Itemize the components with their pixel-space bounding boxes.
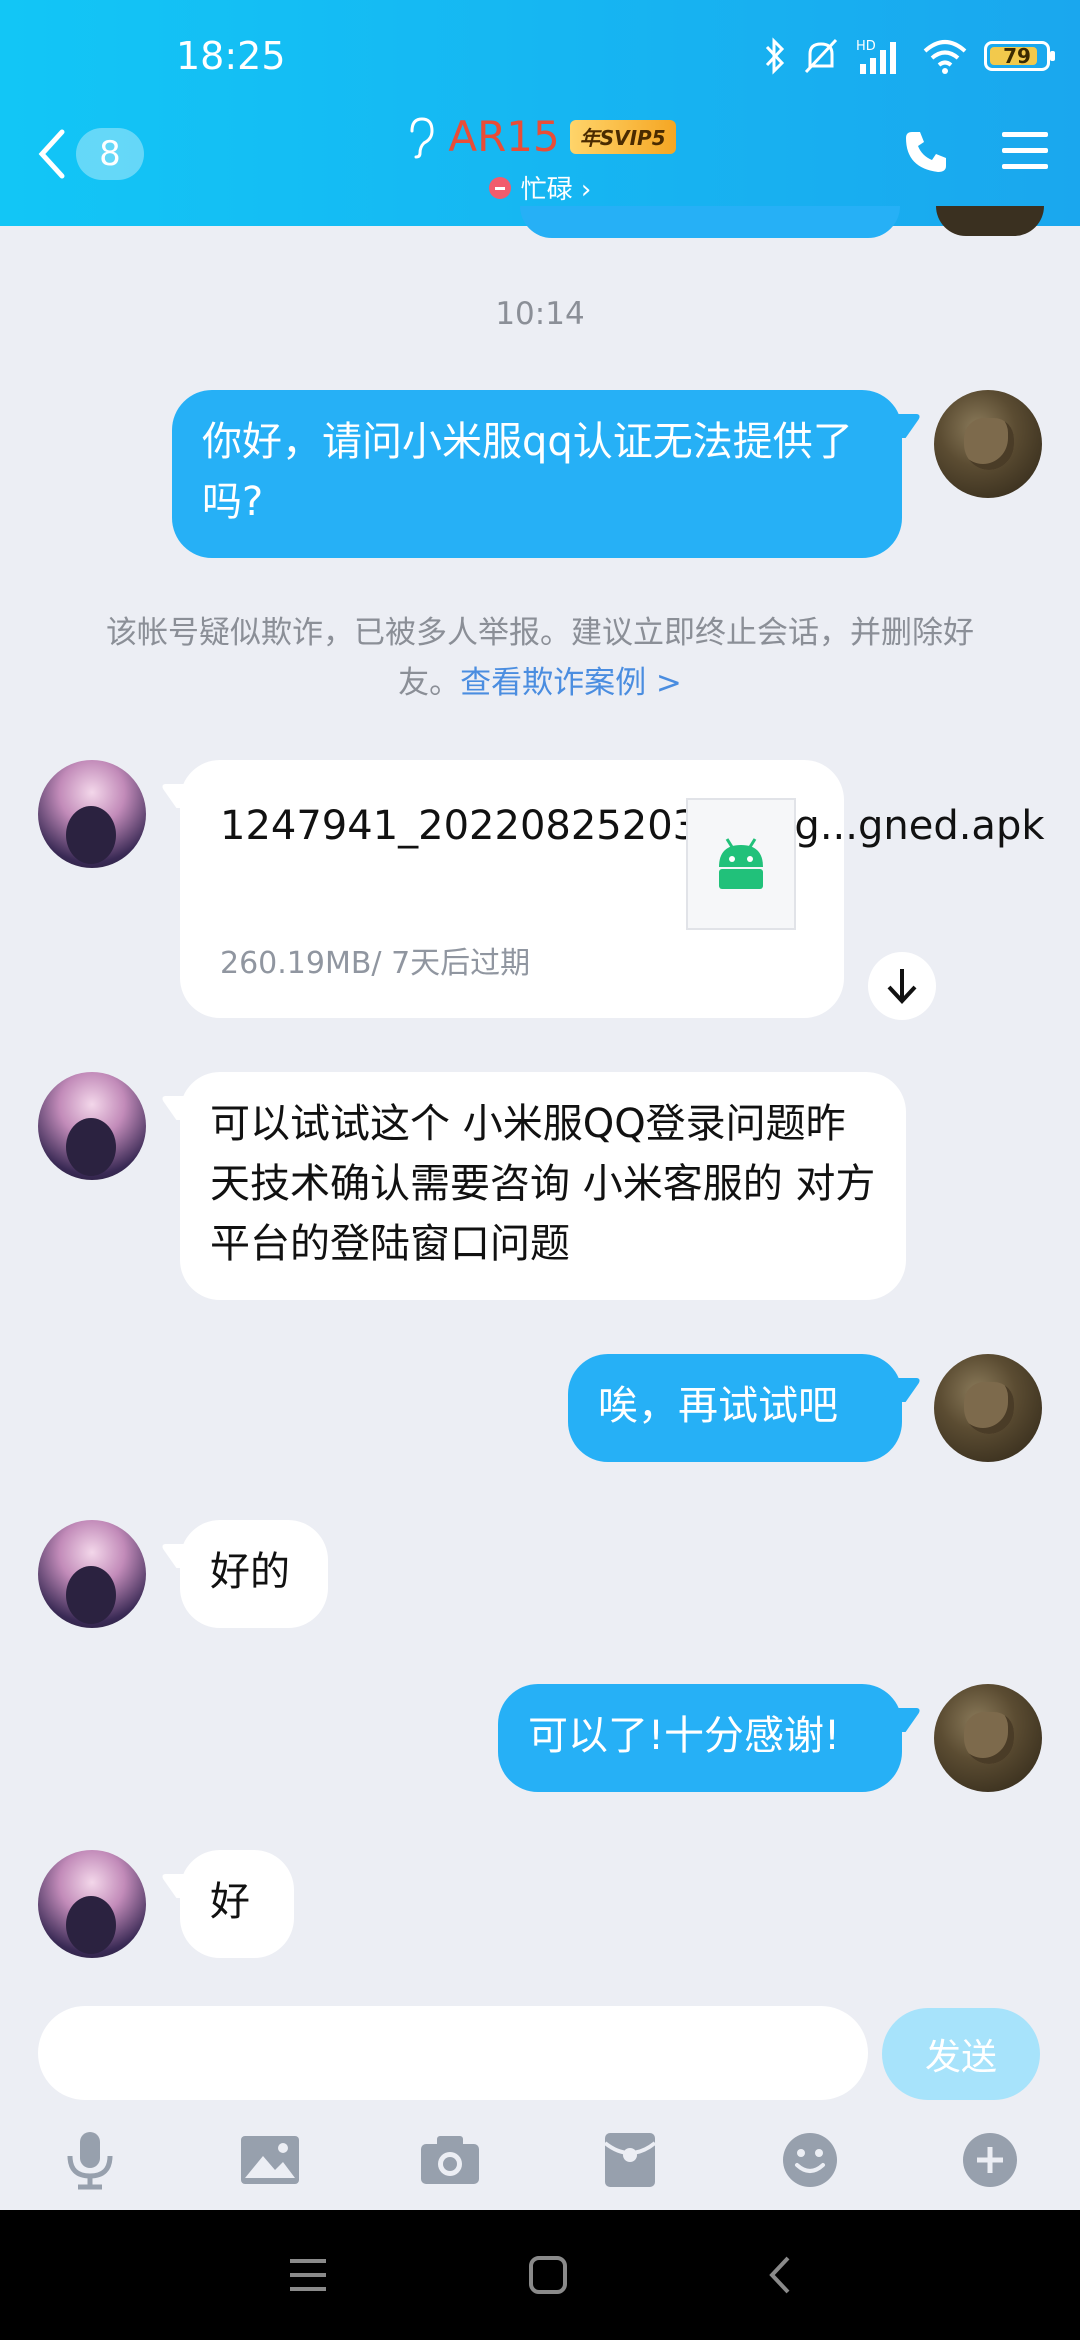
bluetooth-icon bbox=[765, 37, 785, 75]
download-button[interactable] bbox=[868, 952, 936, 1020]
message-text: 你好，请问小米服qq认证无法提供了吗? bbox=[202, 419, 853, 525]
message-bubble-out[interactable]: 你好，请问小米服qq认证无法提供了吗? bbox=[172, 390, 902, 558]
message-input[interactable] bbox=[38, 2006, 868, 2100]
home-icon[interactable] bbox=[528, 2255, 568, 2295]
busy-status-icon bbox=[488, 176, 511, 199]
message-bubble-out[interactable]: 唉，再试试吧 bbox=[568, 1354, 902, 1462]
signal-icon: HD bbox=[856, 39, 896, 74]
red-packet-icon bbox=[603, 2133, 657, 2187]
contact-avatar[interactable] bbox=[38, 760, 146, 868]
send-button[interactable]: 发送 bbox=[882, 2008, 1040, 2100]
self-avatar[interactable] bbox=[934, 390, 1042, 498]
message-text: 好 bbox=[210, 1879, 250, 1925]
message-bubble-out[interactable]: 可以了!十分感谢! bbox=[498, 1684, 902, 1792]
svg-text:HD: HD bbox=[856, 39, 876, 54]
emoji-icon bbox=[783, 2133, 837, 2187]
mute-bell-icon bbox=[804, 38, 838, 74]
fraud-warning: 该帐号疑似欺诈，已被多人举报。建议立即终止会话，并删除好友。查看欺诈案例 > bbox=[80, 608, 1000, 708]
wifi-icon bbox=[923, 40, 967, 74]
emoji-button[interactable] bbox=[770, 2120, 850, 2200]
status-time: 18:25 bbox=[176, 34, 286, 78]
previous-avatar-edge bbox=[936, 206, 1044, 236]
phone-icon[interactable] bbox=[902, 128, 950, 176]
file-name: 1247941_20220825203346_g...gned.apk bbox=[220, 803, 1045, 849]
mic-icon bbox=[67, 2132, 113, 2190]
plus-icon bbox=[963, 2133, 1017, 2187]
message-bubble-in[interactable]: 好的 bbox=[180, 1520, 328, 1628]
header-actions bbox=[902, 128, 1050, 176]
android-icon bbox=[719, 838, 763, 889]
message-timestamp: 10:14 bbox=[495, 296, 585, 332]
message-text: 唉，再试试吧 bbox=[598, 1383, 838, 1429]
apk-file-icon bbox=[686, 798, 796, 930]
self-avatar[interactable] bbox=[934, 1684, 1042, 1792]
contact-name: AR15 bbox=[448, 112, 560, 161]
system-navigation-bar bbox=[0, 2210, 1080, 2340]
recent-apps-icon[interactable] bbox=[288, 2257, 328, 2293]
status-icons: HD 79 bbox=[764, 34, 1055, 78]
voice-button[interactable] bbox=[50, 2120, 130, 2200]
file-meta: 260.19MB/ 7天后过期 bbox=[220, 946, 531, 981]
file-message[interactable]: 1247941_20220825203346_g...gned.apk 260.… bbox=[180, 760, 1045, 1018]
message-text: 可以了!十分感谢! bbox=[528, 1713, 841, 1759]
contact-avatar[interactable] bbox=[38, 1850, 146, 1958]
battery-icon: 79 bbox=[984, 41, 1055, 71]
status-text: 忙碌 › bbox=[520, 175, 592, 205]
previous-bubble-edge bbox=[520, 206, 900, 238]
red-packet-button[interactable] bbox=[590, 2120, 670, 2200]
message-text: 好的 bbox=[210, 1549, 290, 1595]
download-arrow-icon bbox=[887, 969, 917, 1004]
contact-avatar[interactable] bbox=[38, 1072, 146, 1180]
camera-button[interactable] bbox=[410, 2120, 490, 2200]
more-button[interactable] bbox=[950, 2120, 1030, 2200]
camera-icon bbox=[421, 2136, 479, 2184]
image-icon bbox=[241, 2136, 299, 2184]
image-button[interactable] bbox=[230, 2120, 310, 2200]
fraud-cases-link[interactable]: 查看欺诈案例 > bbox=[460, 665, 682, 701]
contact-avatar[interactable] bbox=[38, 1520, 146, 1628]
input-toolbar bbox=[0, 2120, 1080, 2200]
message-bubble-in[interactable]: 好 bbox=[180, 1850, 294, 1958]
ear-icon bbox=[410, 116, 434, 158]
chat-header: 18:25 HD 79 8 AR15 年SVIP5 忙碌 › bbox=[0, 0, 1080, 226]
message-text: 可以试试这个 小米服QQ登录问题昨天技术确认需要咨询 小米客服的 对方平台的登陆… bbox=[210, 1101, 876, 1267]
self-avatar[interactable] bbox=[934, 1354, 1042, 1462]
battery-level: 79 bbox=[1003, 44, 1031, 68]
svip-badge: 年SVIP5 bbox=[569, 119, 676, 154]
menu-icon[interactable] bbox=[1000, 128, 1050, 172]
back-nav-icon[interactable] bbox=[768, 2255, 792, 2295]
message-bubble-in[interactable]: 可以试试这个 小米服QQ登录问题昨天技术确认需要咨询 小米客服的 对方平台的登陆… bbox=[180, 1072, 906, 1300]
